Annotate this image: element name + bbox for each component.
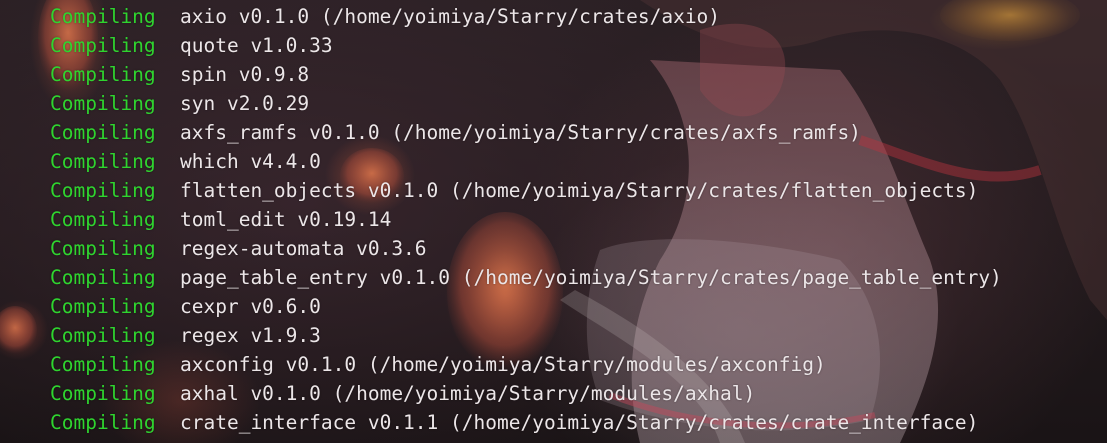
output-line: Compiling crate_interface v0.1.1 (/home/y… bbox=[0, 408, 1107, 437]
status-keyword: Compiling bbox=[50, 411, 156, 434]
terminal-window[interactable]: Compiling axio v0.1.0 (/home/yoimiya/Star… bbox=[0, 0, 1107, 443]
status-keyword: Compiling bbox=[50, 382, 156, 405]
output-line: Compiling syn v2.0.29 bbox=[0, 89, 1107, 118]
output-line: Compiling quote v1.0.33 bbox=[0, 31, 1107, 60]
status-keyword: Compiling bbox=[50, 34, 156, 57]
output-line: Compiling page_table_entry v0.1.0 (/home/… bbox=[0, 263, 1107, 292]
crate-info: spin v0.9.8 bbox=[180, 63, 310, 86]
status-keyword: Compiling bbox=[50, 179, 156, 202]
status-keyword: Compiling bbox=[50, 295, 156, 318]
status-keyword: Compiling bbox=[50, 324, 156, 347]
output-line: Compiling axhal v0.1.0 (/home/yoimiya/Sta… bbox=[0, 379, 1107, 408]
crate-info: quote v1.0.33 bbox=[180, 34, 333, 57]
status-keyword: Compiling bbox=[50, 5, 156, 28]
status-keyword: Compiling bbox=[50, 92, 156, 115]
crate-info: axfs_ramfs v0.1.0 (/home/yoimiya/Starry/… bbox=[180, 121, 861, 144]
status-keyword: Compiling bbox=[50, 208, 156, 231]
output-line: Compiling regex-automata v0.3.6 bbox=[0, 234, 1107, 263]
output-line: Compiling cexpr v0.6.0 bbox=[0, 292, 1107, 321]
output-line: Compiling spin v0.9.8 bbox=[0, 60, 1107, 89]
crate-info: axhal v0.1.0 (/home/yoimiya/Starry/modul… bbox=[180, 382, 756, 405]
crate-info: flatten_objects v0.1.0 (/home/yoimiya/St… bbox=[180, 179, 979, 202]
output-line: Compiling axconfig v0.1.0 (/home/yoimiya/… bbox=[0, 350, 1107, 379]
output-line: Compiling toml_edit v0.19.14 bbox=[0, 205, 1107, 234]
status-keyword: Compiling bbox=[50, 121, 156, 144]
output-line: Compiling regex v1.9.3 bbox=[0, 321, 1107, 350]
compiler-output: Compiling axio v0.1.0 (/home/yoimiya/Star… bbox=[0, 2, 1107, 437]
crate-info: syn v2.0.29 bbox=[180, 92, 310, 115]
status-keyword: Compiling bbox=[50, 63, 156, 86]
status-keyword: Compiling bbox=[50, 353, 156, 376]
output-line: Compiling axfs_ramfs v0.1.0 (/home/yoimiy… bbox=[0, 118, 1107, 147]
crate-info: which v4.4.0 bbox=[180, 150, 321, 173]
output-line: Compiling which v4.4.0 bbox=[0, 147, 1107, 176]
status-keyword: Compiling bbox=[50, 237, 156, 260]
output-line: Compiling axio v0.1.0 (/home/yoimiya/Star… bbox=[0, 2, 1107, 31]
crate-info: crate_interface v0.1.1 (/home/yoimiya/St… bbox=[180, 411, 979, 434]
crate-info: regex v1.9.3 bbox=[180, 324, 321, 347]
crate-info: page_table_entry v0.1.0 (/home/yoimiya/S… bbox=[180, 266, 1002, 289]
output-line: Compiling flatten_objects v0.1.0 (/home/y… bbox=[0, 176, 1107, 205]
status-keyword: Compiling bbox=[50, 266, 156, 289]
crate-info: axio v0.1.0 (/home/yoimiya/Starry/crates… bbox=[180, 5, 721, 28]
crate-info: toml_edit v0.19.14 bbox=[180, 208, 392, 231]
status-keyword: Compiling bbox=[50, 150, 156, 173]
crate-info: cexpr v0.6.0 bbox=[180, 295, 321, 318]
crate-info: regex-automata v0.3.6 bbox=[180, 237, 427, 260]
crate-info: axconfig v0.1.0 (/home/yoimiya/Starry/mo… bbox=[180, 353, 826, 376]
